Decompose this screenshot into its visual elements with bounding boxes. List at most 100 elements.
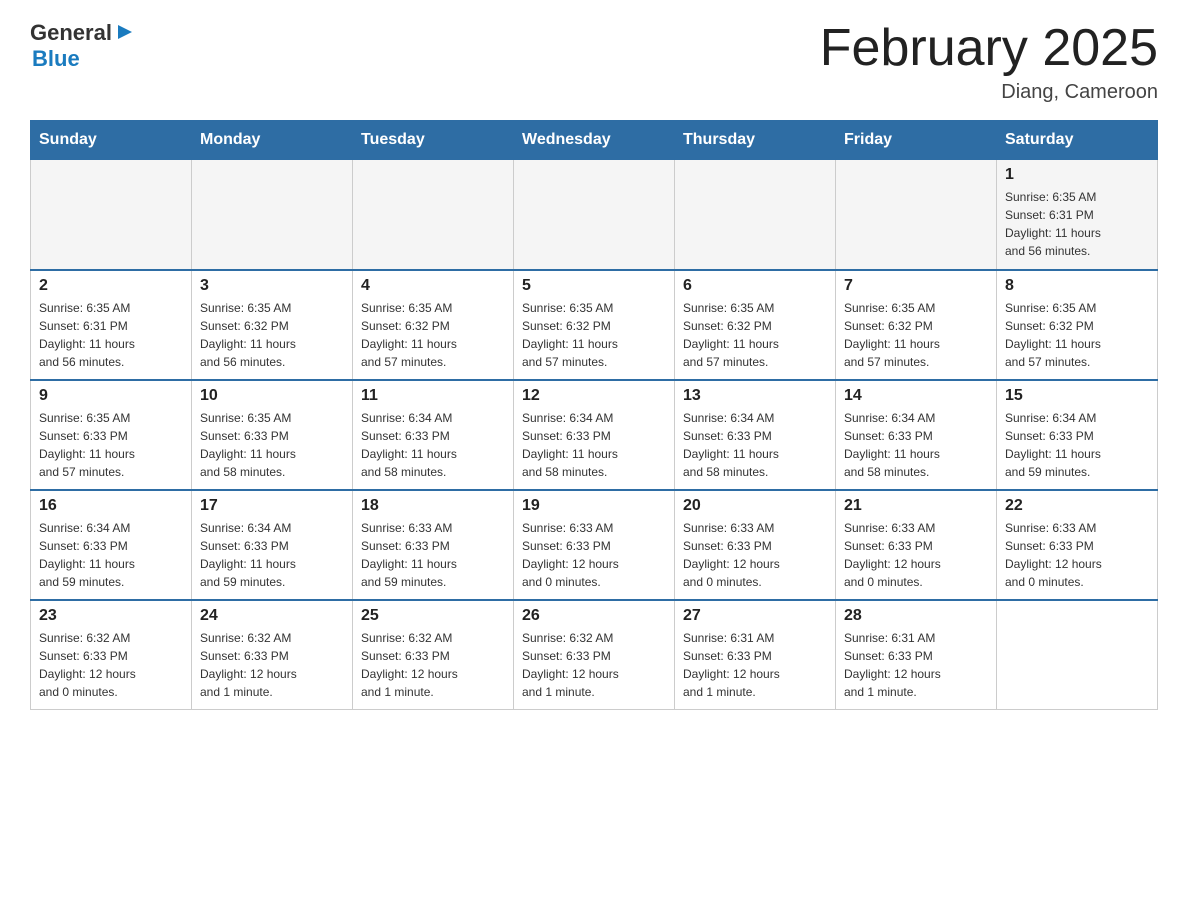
header-area: General Blue February 2025 Diang, Camero… — [30, 20, 1158, 104]
calendar-cell: 3 Sunrise: 6:35 AM Sunset: 6:32 PM Daylig… — [192, 270, 353, 380]
day-info: Sunrise: 6:35 AM Sunset: 6:32 PM Dayligh… — [522, 299, 666, 371]
day-number: 18 — [361, 497, 505, 515]
calendar-table: SundayMondayTuesdayWednesdayThursdayFrid… — [30, 120, 1158, 710]
calendar-cell — [514, 160, 675, 270]
calendar-cell: 1 Sunrise: 6:35 AM Sunset: 6:31 PM Daylig… — [997, 160, 1158, 270]
header-row: SundayMondayTuesdayWednesdayThursdayFrid… — [31, 121, 1158, 160]
calendar-cell: 10 Sunrise: 6:35 AM Sunset: 6:33 PM Dayli… — [192, 380, 353, 490]
calendar-subtitle: Diang, Cameroon — [820, 81, 1158, 104]
calendar-cell: 28 Sunrise: 6:31 AM Sunset: 6:33 PM Dayli… — [836, 600, 997, 710]
week-row-2: 2 Sunrise: 6:35 AM Sunset: 6:31 PM Daylig… — [31, 270, 1158, 380]
calendar-cell: 19 Sunrise: 6:33 AM Sunset: 6:33 PM Dayli… — [514, 490, 675, 600]
day-header-wednesday: Wednesday — [514, 121, 675, 160]
day-info: Sunrise: 6:35 AM Sunset: 6:31 PM Dayligh… — [1005, 188, 1149, 260]
day-number: 26 — [522, 607, 666, 625]
day-info: Sunrise: 6:33 AM Sunset: 6:33 PM Dayligh… — [522, 519, 666, 591]
day-number: 10 — [200, 387, 344, 405]
day-info: Sunrise: 6:34 AM Sunset: 6:33 PM Dayligh… — [1005, 409, 1149, 481]
week-row-1: 1 Sunrise: 6:35 AM Sunset: 6:31 PM Daylig… — [31, 160, 1158, 270]
logo-general: General — [30, 20, 112, 46]
day-info: Sunrise: 6:35 AM Sunset: 6:31 PM Dayligh… — [39, 299, 183, 371]
week-row-5: 23Sunrise: 6:32 AM Sunset: 6:33 PM Dayli… — [31, 600, 1158, 710]
logo: General Blue — [30, 20, 136, 72]
calendar-cell: 5Sunrise: 6:35 AM Sunset: 6:32 PM Daylig… — [514, 270, 675, 380]
day-number: 21 — [844, 497, 988, 515]
logo-blue: Blue — [32, 46, 80, 72]
day-number: 22 — [1005, 497, 1149, 515]
day-info: Sunrise: 6:35 AM Sunset: 6:32 PM Dayligh… — [361, 299, 505, 371]
calendar-cell: 18 Sunrise: 6:33 AM Sunset: 6:33 PM Dayli… — [353, 490, 514, 600]
day-number: 2 — [39, 277, 183, 295]
calendar-cell: 11 Sunrise: 6:34 AM Sunset: 6:33 PM Dayli… — [353, 380, 514, 490]
day-info: Sunrise: 6:33 AM Sunset: 6:33 PM Dayligh… — [844, 519, 988, 591]
day-header-thursday: Thursday — [675, 121, 836, 160]
day-number: 4 — [361, 277, 505, 295]
day-number: 1 — [1005, 166, 1149, 184]
day-info: Sunrise: 6:31 AM Sunset: 6:33 PM Dayligh… — [683, 629, 827, 701]
day-number: 20 — [683, 497, 827, 515]
day-number: 7 — [844, 277, 988, 295]
day-info: Sunrise: 6:34 AM Sunset: 6:33 PM Dayligh… — [522, 409, 666, 481]
day-info: Sunrise: 6:35 AM Sunset: 6:32 PM Dayligh… — [200, 299, 344, 371]
calendar-cell — [192, 160, 353, 270]
day-number: 3 — [200, 277, 344, 295]
calendar-cell: 4 Sunrise: 6:35 AM Sunset: 6:32 PM Daylig… — [353, 270, 514, 380]
day-number: 19 — [522, 497, 666, 515]
day-header-sunday: Sunday — [31, 121, 192, 160]
day-number: 15 — [1005, 387, 1149, 405]
day-number: 24 — [200, 607, 344, 625]
day-number: 11 — [361, 387, 505, 405]
day-info: Sunrise: 6:32 AM Sunset: 6:33 PM Dayligh… — [361, 629, 505, 701]
day-number: 27 — [683, 607, 827, 625]
day-number: 17 — [200, 497, 344, 515]
calendar-cell: 13Sunrise: 6:34 AM Sunset: 6:33 PM Dayli… — [675, 380, 836, 490]
day-info: Sunrise: 6:34 AM Sunset: 6:33 PM Dayligh… — [39, 519, 183, 591]
calendar-cell: 16 Sunrise: 6:34 AM Sunset: 6:33 PM Dayli… — [31, 490, 192, 600]
day-info: Sunrise: 6:35 AM Sunset: 6:32 PM Dayligh… — [1005, 299, 1149, 371]
day-header-saturday: Saturday — [997, 121, 1158, 160]
calendar-cell — [997, 600, 1158, 710]
calendar-cell: 17 Sunrise: 6:34 AM Sunset: 6:33 PM Dayli… — [192, 490, 353, 600]
calendar-cell: 6 Sunrise: 6:35 AM Sunset: 6:32 PM Daylig… — [675, 270, 836, 380]
calendar-cell — [31, 160, 192, 270]
logo-arrow-icon — [114, 21, 136, 43]
day-header-monday: Monday — [192, 121, 353, 160]
calendar-cell: 22 Sunrise: 6:33 AM Sunset: 6:33 PM Dayli… — [997, 490, 1158, 600]
day-info: Sunrise: 6:33 AM Sunset: 6:33 PM Dayligh… — [1005, 519, 1149, 591]
day-info: Sunrise: 6:35 AM Sunset: 6:32 PM Dayligh… — [683, 299, 827, 371]
week-row-4: 16 Sunrise: 6:34 AM Sunset: 6:33 PM Dayli… — [31, 490, 1158, 600]
day-number: 28 — [844, 607, 988, 625]
day-info: Sunrise: 6:31 AM Sunset: 6:33 PM Dayligh… — [844, 629, 988, 701]
title-area: February 2025 Diang, Cameroon — [820, 20, 1158, 104]
day-number: 12 — [522, 387, 666, 405]
day-header-friday: Friday — [836, 121, 997, 160]
calendar-cell: 26 Sunrise: 6:32 AM Sunset: 6:33 PM Dayli… — [514, 600, 675, 710]
calendar-cell: 15 Sunrise: 6:34 AM Sunset: 6:33 PM Dayli… — [997, 380, 1158, 490]
calendar-cell: 24 Sunrise: 6:32 AM Sunset: 6:33 PM Dayli… — [192, 600, 353, 710]
calendar-cell: 21 Sunrise: 6:33 AM Sunset: 6:33 PM Dayli… — [836, 490, 997, 600]
day-info: Sunrise: 6:34 AM Sunset: 6:33 PM Dayligh… — [200, 519, 344, 591]
day-info: Sunrise: 6:32 AM Sunset: 6:33 PM Dayligh… — [39, 629, 183, 701]
week-row-3: 9 Sunrise: 6:35 AM Sunset: 6:33 PM Daylig… — [31, 380, 1158, 490]
calendar-cell — [353, 160, 514, 270]
day-info: Sunrise: 6:35 AM Sunset: 6:32 PM Dayligh… — [844, 299, 988, 371]
day-info: Sunrise: 6:32 AM Sunset: 6:33 PM Dayligh… — [522, 629, 666, 701]
day-number: 16 — [39, 497, 183, 515]
day-info: Sunrise: 6:34 AM Sunset: 6:33 PM Dayligh… — [361, 409, 505, 481]
day-number: 8 — [1005, 277, 1149, 295]
day-number: 6 — [683, 277, 827, 295]
calendar-cell: 8 Sunrise: 6:35 AM Sunset: 6:32 PM Daylig… — [997, 270, 1158, 380]
day-number: 13 — [683, 387, 827, 405]
day-info: Sunrise: 6:35 AM Sunset: 6:33 PM Dayligh… — [39, 409, 183, 481]
day-info: Sunrise: 6:35 AM Sunset: 6:33 PM Dayligh… — [200, 409, 344, 481]
day-info: Sunrise: 6:34 AM Sunset: 6:33 PM Dayligh… — [844, 409, 988, 481]
calendar-cell: 27 Sunrise: 6:31 AM Sunset: 6:33 PM Dayli… — [675, 600, 836, 710]
day-info: Sunrise: 6:33 AM Sunset: 6:33 PM Dayligh… — [361, 519, 505, 591]
calendar-cell — [836, 160, 997, 270]
day-info: Sunrise: 6:32 AM Sunset: 6:33 PM Dayligh… — [200, 629, 344, 701]
day-number: 9 — [39, 387, 183, 405]
calendar-cell: 9 Sunrise: 6:35 AM Sunset: 6:33 PM Daylig… — [31, 380, 192, 490]
calendar-cell: 25Sunrise: 6:32 AM Sunset: 6:33 PM Dayli… — [353, 600, 514, 710]
day-number: 14 — [844, 387, 988, 405]
calendar-cell — [675, 160, 836, 270]
